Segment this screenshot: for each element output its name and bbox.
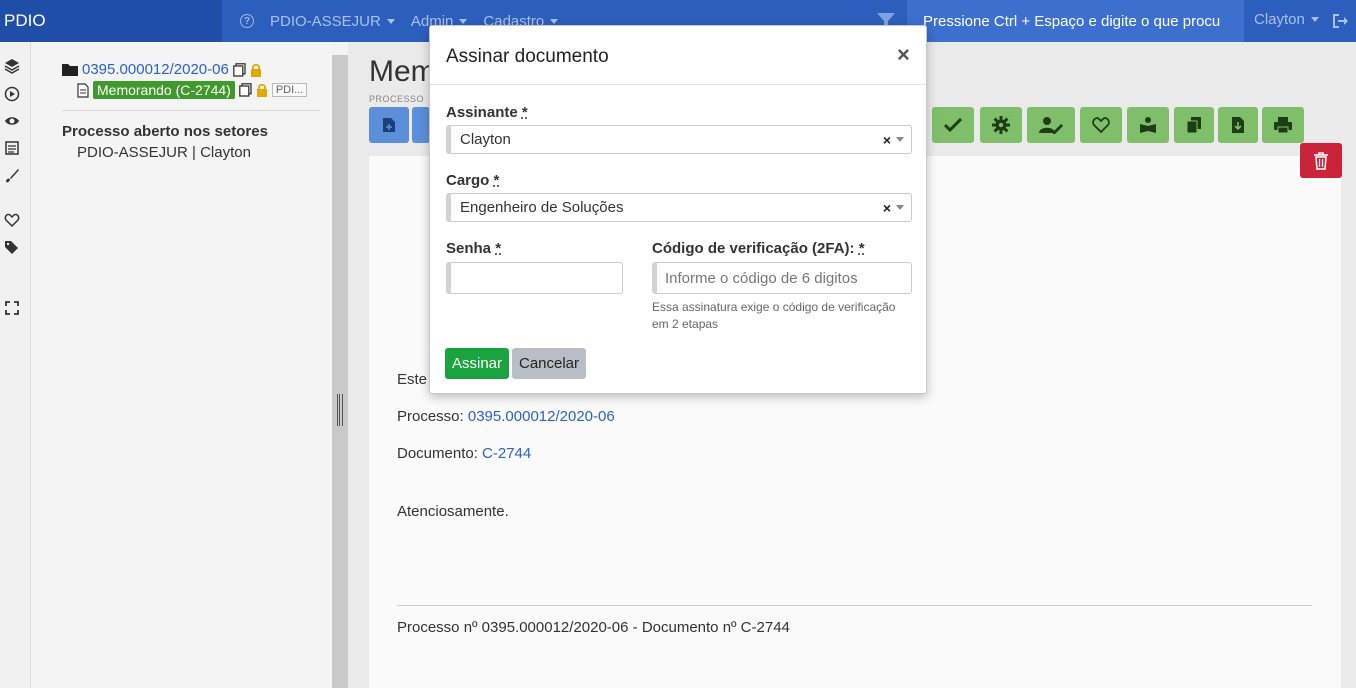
password-label: Senha * <box>446 240 501 257</box>
password-label-text: Senha <box>446 240 492 257</box>
code-label: Código de verificação (2FA): * <box>652 240 865 257</box>
role-select[interactable]: Engenheiro de Soluções × <box>446 193 912 222</box>
signer-label-text: Assinante <box>446 104 518 121</box>
signer-label: Assinante * <box>446 104 528 121</box>
sign-button[interactable]: Assinar <box>445 348 509 379</box>
signer-value: Clayton <box>460 131 511 148</box>
required-mark: * <box>521 104 528 121</box>
chevron-down-icon[interactable] <box>896 137 904 142</box>
role-label-text: Cargo <box>446 172 490 189</box>
signer-select[interactable]: Clayton × <box>446 125 912 154</box>
verification-help-text: Essa assinatura exige o código de verifi… <box>652 300 896 331</box>
password-field[interactable] <box>446 262 623 294</box>
cancel-button[interactable]: Cancelar <box>512 348 586 379</box>
sign-document-modal: Assinar documento × Assinante * Clayton … <box>429 25 927 394</box>
required-mark: * <box>495 240 502 257</box>
modal-title: Assinar documento <box>446 46 609 67</box>
chevron-down-icon[interactable] <box>896 205 904 210</box>
role-label: Cargo * <box>446 172 499 189</box>
clear-selection-icon[interactable]: × <box>883 200 891 216</box>
verification-code-field[interactable] <box>652 262 912 294</box>
clear-selection-icon[interactable]: × <box>883 132 891 148</box>
role-value: Engenheiro de Soluções <box>460 199 624 216</box>
modal-header: Assinar documento × <box>430 26 926 85</box>
required-mark: * <box>493 172 500 189</box>
code-label-text: Código de verificação (2FA): <box>652 240 855 257</box>
required-mark: * <box>858 240 865 257</box>
close-icon[interactable]: × <box>897 42 910 68</box>
